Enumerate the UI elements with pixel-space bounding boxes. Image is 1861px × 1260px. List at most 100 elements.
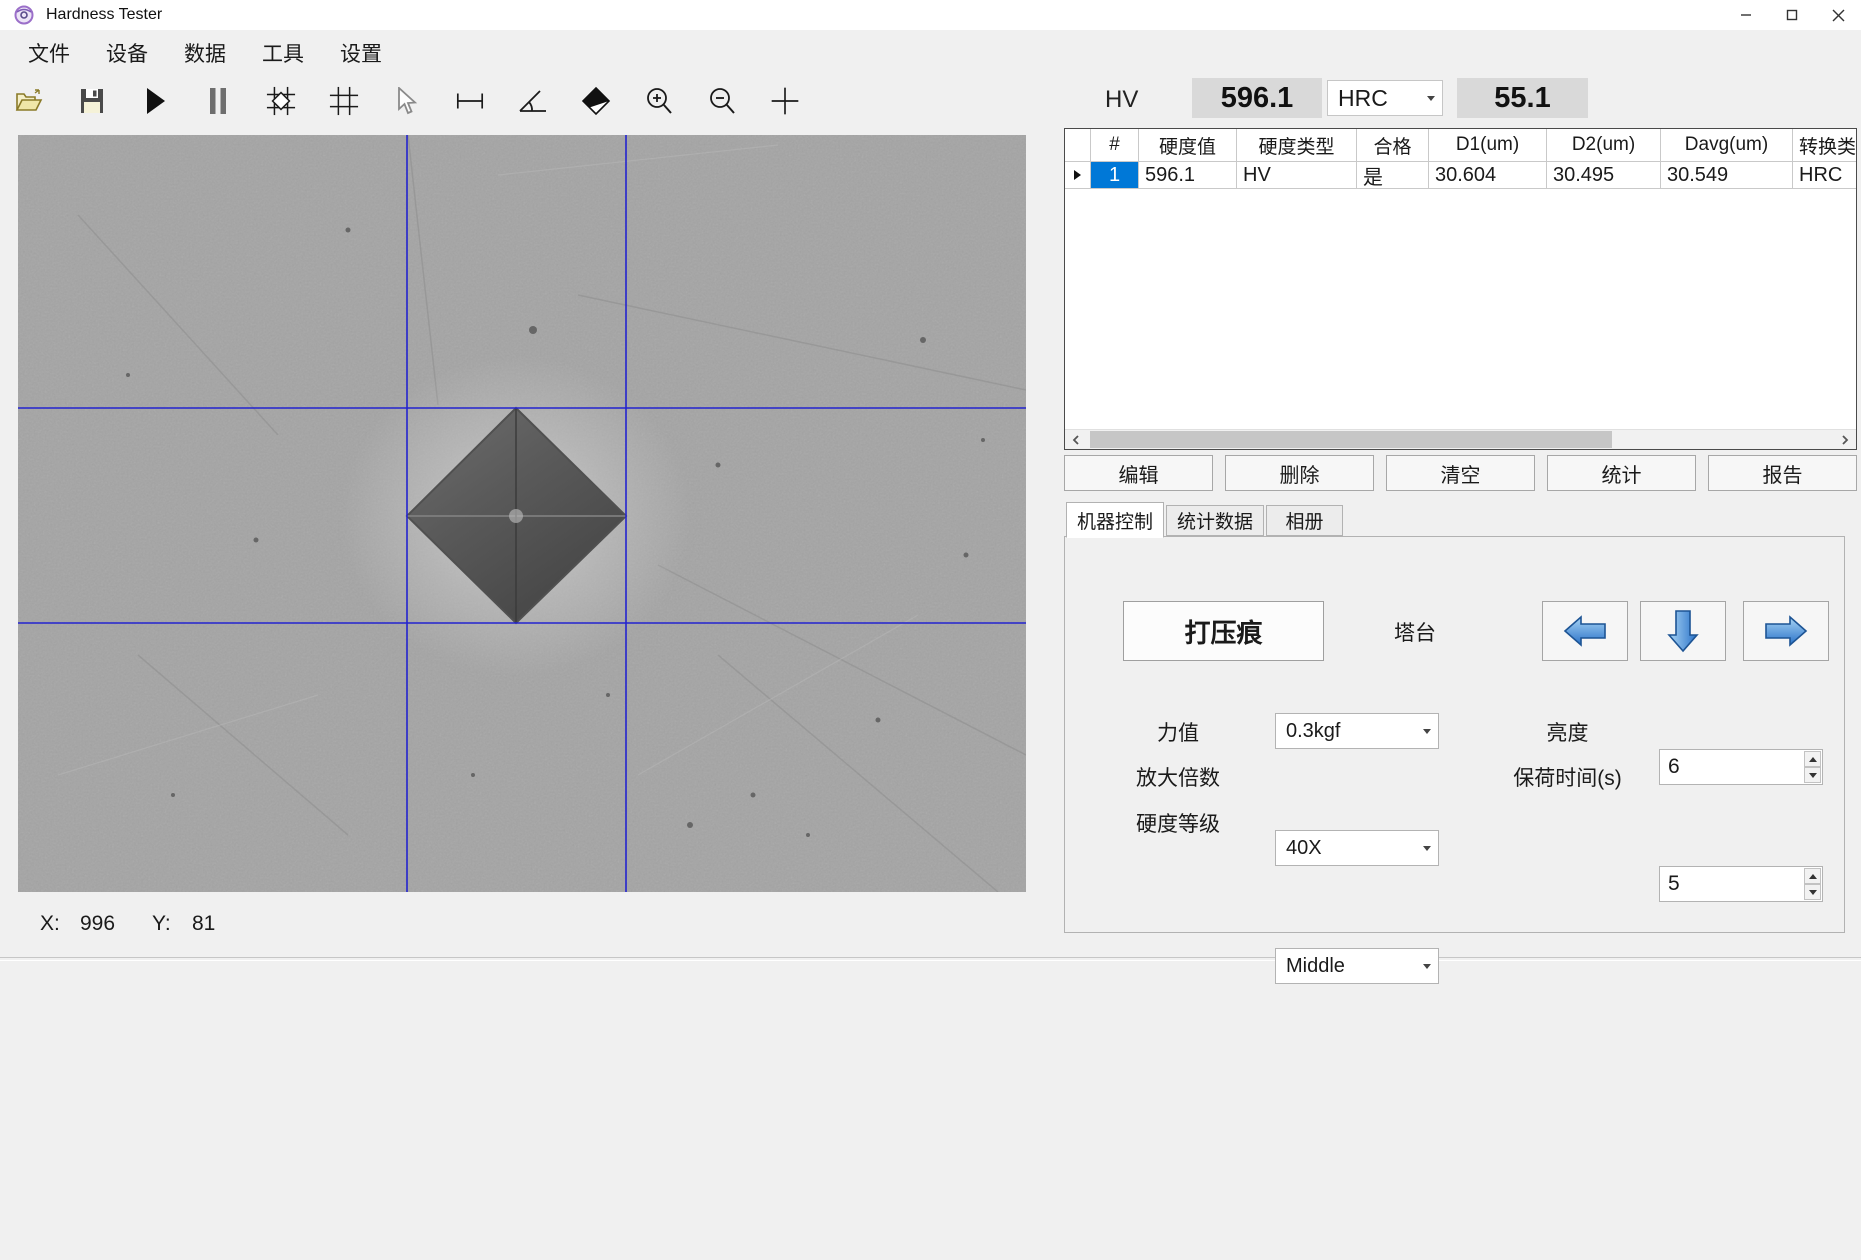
menu-tools[interactable]: 工具 <box>258 36 308 70</box>
report-button[interactable]: 报告 <box>1708 455 1857 491</box>
dwell-time-label: 保荷时间(s) <box>1485 758 1650 795</box>
cell-d2[interactable]: 30.495 <box>1547 162 1661 189</box>
maximize-icon <box>1786 9 1798 21</box>
table-hscrollbar[interactable] <box>1065 429 1856 449</box>
indent-frame-icon[interactable] <box>266 86 296 116</box>
cell-num[interactable]: 1 <box>1091 162 1139 189</box>
close-icon <box>1832 9 1845 22</box>
zoom-in-icon[interactable] <box>644 86 674 116</box>
eraser-icon[interactable] <box>581 86 611 116</box>
blue-down-arrow-icon <box>1666 609 1700 653</box>
header-conversion[interactable]: 转换类型 <box>1793 129 1856 162</box>
cell-type[interactable]: HV <box>1237 162 1357 189</box>
spin-up-icon[interactable] <box>1804 868 1821 884</box>
cell-davg[interactable]: 30.549 <box>1661 162 1793 189</box>
cursor-y-value: 81 <box>192 912 215 936</box>
cell-conversion[interactable]: HRC <box>1793 162 1856 189</box>
hardness-tester-window: Hardness Tester 文件 设备 数据 工具 设置 <box>0 0 1861 1260</box>
turret-right-button[interactable] <box>1743 601 1829 661</box>
row-selector[interactable] <box>1065 162 1091 189</box>
length-measure-icon[interactable] <box>455 86 485 116</box>
scroll-right-icon[interactable] <box>1834 430 1856 449</box>
menu-bar: 文件 设备 数据 工具 设置 <box>0 30 1861 76</box>
menu-settings[interactable]: 设置 <box>336 36 386 70</box>
cursor-icon[interactable] <box>392 86 422 116</box>
tab-album[interactable]: 相册 <box>1266 505 1343 536</box>
close-button[interactable] <box>1815 0 1861 30</box>
brightness-label: 亮度 <box>1485 713 1650 750</box>
camera-viewport[interactable] <box>18 135 1026 892</box>
turret-left-button[interactable] <box>1542 601 1628 661</box>
primary-value-box: 596.1 <box>1192 78 1322 118</box>
clear-button[interactable]: 清空 <box>1386 455 1535 491</box>
chevron-down-icon <box>1427 96 1435 101</box>
menu-device[interactable]: 设备 <box>102 36 152 70</box>
chevron-down-icon <box>1423 846 1431 851</box>
window-title: Hardness Tester <box>46 6 162 24</box>
brightness-spinner[interactable]: 6 <box>1659 749 1823 785</box>
horizontal-divider <box>0 957 1861 961</box>
dwell-time-value: 5 <box>1668 872 1680 896</box>
machine-control-panel: 打压痕 塔台 力值 0.3kgf 亮度 6 <box>1064 536 1845 933</box>
tab-machine-control[interactable]: 机器控制 <box>1066 502 1164 538</box>
turret-down-button[interactable] <box>1640 601 1726 661</box>
row-marker-icon <box>1074 170 1081 180</box>
hardness-level-value: Middle <box>1286 955 1345 978</box>
blue-right-arrow-icon <box>1764 614 1808 648</box>
action-buttons: 编辑 删除 清空 统计 报告 <box>1064 455 1857 491</box>
spin-down-icon[interactable] <box>1804 884 1821 900</box>
header-d2[interactable]: D2(um) <box>1547 129 1661 162</box>
maximize-button[interactable] <box>1769 0 1815 30</box>
spin-down-icon[interactable] <box>1804 767 1821 783</box>
chevron-down-icon <box>1423 964 1431 969</box>
scroll-left-icon[interactable] <box>1065 430 1087 449</box>
header-selector <box>1065 129 1091 162</box>
magnification-value: 40X <box>1286 837 1322 860</box>
menu-file[interactable]: 文件 <box>24 36 74 70</box>
spin-up-icon[interactable] <box>1804 751 1821 767</box>
save-icon[interactable] <box>77 86 107 116</box>
app-icon <box>14 5 34 25</box>
hardness-level-label: 硬度等级 <box>1105 804 1251 841</box>
angle-measure-icon[interactable] <box>518 86 548 116</box>
zoom-out-icon[interactable] <box>707 86 737 116</box>
table-row[interactable]: 1 596.1 HV 是 30.604 30.495 30.549 HRC <box>1065 162 1856 189</box>
turret-label: 塔台 <box>1365 613 1465 650</box>
magnification-label: 放大倍数 <box>1105 758 1251 795</box>
header-type[interactable]: 硬度类型 <box>1237 129 1357 162</box>
header-num[interactable]: # <box>1091 129 1139 162</box>
hardness-level-select[interactable]: Middle <box>1275 948 1439 984</box>
cell-pass[interactable]: 是 <box>1357 162 1429 189</box>
cursor-x-label: X: <box>40 912 60 936</box>
header-davg[interactable]: Davg(um) <box>1661 129 1793 162</box>
cell-hardness[interactable]: 596.1 <box>1139 162 1237 189</box>
crosshair-icon[interactable] <box>770 86 800 116</box>
header-d1[interactable]: D1(um) <box>1429 129 1547 162</box>
cell-d1[interactable]: 30.604 <box>1429 162 1547 189</box>
header-pass[interactable]: 合格 <box>1357 129 1429 162</box>
minimize-icon <box>1740 9 1752 21</box>
conversion-scale-value: HRC <box>1338 85 1388 112</box>
indent-button[interactable]: 打压痕 <box>1123 601 1324 661</box>
magnification-select[interactable]: 40X <box>1275 830 1439 866</box>
menu-data[interactable]: 数据 <box>180 36 230 70</box>
stats-button[interactable]: 统计 <box>1547 455 1696 491</box>
grid-icon[interactable] <box>329 86 359 116</box>
delete-button[interactable]: 删除 <box>1225 455 1374 491</box>
force-select[interactable]: 0.3kgf <box>1275 713 1439 749</box>
start-icon[interactable] <box>140 86 170 116</box>
tab-statistics[interactable]: 统计数据 <box>1166 505 1264 536</box>
scrollbar-thumb[interactable] <box>1090 431 1612 448</box>
minimize-button[interactable] <box>1723 0 1769 30</box>
specimen-image <box>18 135 1026 892</box>
force-label: 力值 <box>1105 713 1251 750</box>
table-header-row: # 硬度值 硬度类型 合格 D1(um) D2(um) Davg(um) 转换类… <box>1065 129 1856 162</box>
blue-left-arrow-icon <box>1563 614 1607 648</box>
edit-button[interactable]: 编辑 <box>1064 455 1213 491</box>
open-file-icon[interactable] <box>14 86 44 116</box>
primary-scale-label: HV <box>1105 86 1138 114</box>
conversion-scale-select[interactable]: HRC <box>1327 80 1443 116</box>
header-hardness[interactable]: 硬度值 <box>1139 129 1237 162</box>
dwell-time-spinner[interactable]: 5 <box>1659 866 1823 902</box>
pause-icon[interactable] <box>203 86 233 116</box>
